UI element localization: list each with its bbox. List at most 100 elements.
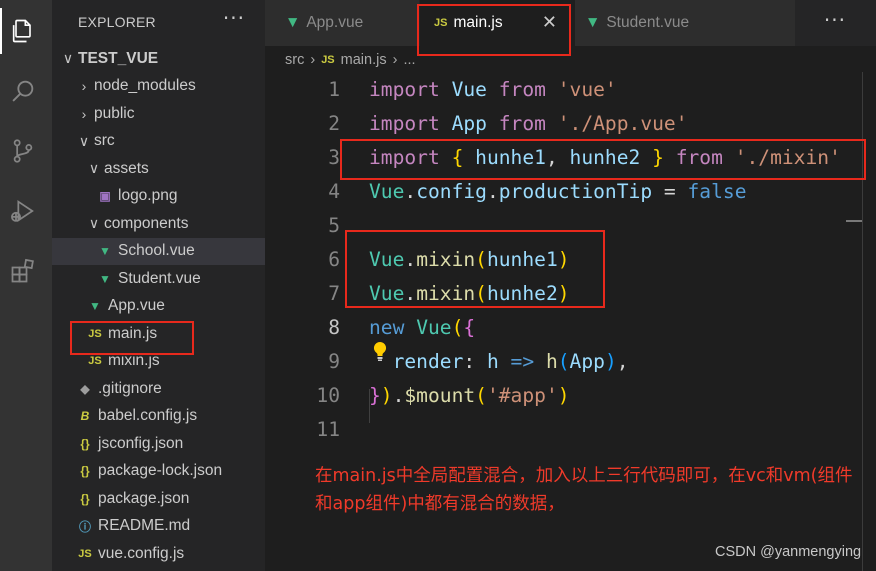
breadcrumb-symbol[interactable]: ...	[403, 52, 415, 68]
tree-item-label: School.vue	[118, 242, 195, 260]
breadcrumb: src › JS main.js › ...	[285, 49, 416, 71]
tree-item-label: public	[94, 104, 135, 122]
js-icon: JS	[88, 355, 102, 368]
tab-label: App.vue	[306, 14, 364, 31]
annotation-text: 在main.js中全局配置混合，加入以上三行代码即可，在vc和vm(组件和app…	[315, 466, 853, 514]
line-number: 8	[328, 315, 340, 339]
json-icon: {}	[80, 491, 90, 506]
tree-item-label: assets	[104, 159, 149, 177]
chevron-down-icon: ∨	[88, 215, 100, 232]
breadcrumb-folder[interactable]: src	[285, 52, 304, 68]
tree-item[interactable]: ▼ App.vue	[52, 293, 265, 321]
search-icon[interactable]	[0, 68, 46, 114]
vue-icon: ▼	[285, 14, 301, 31]
highlight-box-mainjs	[70, 321, 194, 355]
json-icon: {}	[80, 436, 90, 451]
chevron-right-icon: ›	[310, 52, 316, 68]
line-number: 1	[328, 77, 340, 101]
line-number: 11	[316, 417, 340, 441]
tree-item[interactable]: {} package-lock.json	[52, 458, 265, 486]
tree-item-label: babel.config.js	[98, 407, 198, 425]
explorer-icon[interactable]	[0, 8, 46, 54]
tree-item-label: .gitignore	[98, 379, 162, 397]
git-icon: ◆	[80, 381, 90, 396]
js-icon: JS	[78, 547, 92, 560]
code-line: 11	[265, 412, 865, 446]
chevron-right-icon: ›	[81, 78, 87, 95]
json-icon: {}	[80, 464, 90, 479]
tree-item[interactable]: › public	[52, 100, 265, 128]
extensions-icon[interactable]	[0, 248, 46, 294]
line-number: 9	[328, 349, 340, 373]
line-number: 7	[328, 281, 340, 305]
tab-app-vue[interactable]: ▼ App.vue	[265, 0, 420, 46]
tab-student-vue[interactable]: ▼ Student.vue	[575, 0, 795, 46]
chevron-down-icon: ∨	[62, 50, 74, 67]
babel-icon: B	[80, 409, 90, 424]
source-control-icon[interactable]	[0, 128, 46, 174]
info-icon: ⓘ	[78, 519, 91, 534]
vue-icon: ▼	[89, 299, 101, 314]
chevron-right-icon: ›	[392, 52, 398, 68]
tree-item-label: package.json	[98, 489, 190, 507]
code-line: 9 render: h => h(App),	[265, 344, 865, 378]
tree-item-label: README.md	[98, 517, 191, 535]
code-line: 1 import Vue from 'vue'	[265, 72, 865, 106]
explorer-sidebar: EXPLORER ··· ∨ TEST_VUE › node_modules › publ…	[52, 0, 265, 571]
chevron-down-icon: ∨	[78, 132, 90, 149]
vue-icon: ▼	[585, 14, 601, 31]
line-number: 6	[328, 247, 340, 271]
tree-item[interactable]: › node_modules	[52, 73, 265, 101]
chevron-down-icon: ∨	[88, 160, 100, 177]
breadcrumb-file[interactable]: main.js	[341, 52, 387, 68]
tree-item-label: vue.config.js	[98, 544, 185, 562]
tree-item[interactable]: JS vue.config.js	[52, 540, 265, 568]
tree-item-label: TEST_VUE	[78, 49, 159, 67]
tree-item-label: src	[94, 132, 115, 150]
highlight-box-mixin	[345, 230, 605, 308]
tree-item[interactable]: {} jsconfig.json	[52, 430, 265, 458]
line-number: 3	[328, 145, 340, 169]
code-line: 2 import App from './App.vue'	[265, 106, 865, 140]
tree-item[interactable]: ∨ components	[52, 210, 265, 238]
run-debug-icon[interactable]	[0, 188, 46, 234]
tab-label: Student.vue	[606, 14, 690, 31]
overview-ruler-mark	[846, 220, 862, 222]
highlight-box-import	[340, 139, 866, 180]
line-number: 4	[328, 179, 340, 203]
js-icon: JS	[321, 54, 335, 66]
watermark: CSDN @yanmengying	[715, 544, 862, 560]
tree-item-label: Student.vue	[118, 269, 201, 287]
image-icon: ▣	[99, 189, 111, 204]
tree-item[interactable]: ∨ TEST_VUE	[52, 45, 265, 73]
tree-item-label: node_modules	[94, 77, 196, 95]
tree-item[interactable]: ∨ src	[52, 128, 265, 156]
tree-item[interactable]: ◆ .gitignore	[52, 375, 265, 403]
file-tree: ∨ TEST_VUE › node_modules › public ∨ src ∨ assets…	[52, 45, 265, 568]
line-number: 2	[328, 111, 340, 135]
tree-item-label: components	[104, 214, 189, 232]
activity-bar	[0, 0, 52, 571]
highlight-box-tab	[417, 4, 571, 56]
tree-item[interactable]: Bbabel.config.js	[52, 403, 265, 431]
tree-item-label: jsconfig.json	[98, 434, 184, 452]
more-actions-icon[interactable]: ···	[223, 6, 245, 30]
tree-item-label: logo.png	[118, 187, 178, 205]
tree-item-label: App.vue	[108, 297, 165, 315]
explorer-title: EXPLORER	[78, 14, 156, 30]
line-number: 10	[316, 383, 340, 407]
tree-item[interactable]: ∨ assets	[52, 155, 265, 183]
chevron-right-icon: ›	[81, 105, 87, 122]
code-line: 8 new Vue({	[265, 310, 865, 344]
more-tabs-icon[interactable]: ···	[824, 8, 846, 32]
code-line: 10 }).$mount('#app')	[265, 378, 865, 412]
tree-item[interactable]: ▣ logo.png	[52, 183, 265, 211]
line-number: 5	[328, 213, 340, 237]
vue-icon: ▼	[99, 271, 111, 286]
lightbulb-icon[interactable]	[372, 341, 388, 363]
tree-item[interactable]: ▼ Student.vue	[52, 265, 265, 293]
tree-item[interactable]: {} package.json	[52, 485, 265, 513]
tree-item-label: package-lock.json	[98, 462, 223, 480]
tree-item[interactable]: ⓘ README.md	[52, 513, 265, 541]
tree-item[interactable]: ▼ School.vue	[52, 237, 265, 265]
